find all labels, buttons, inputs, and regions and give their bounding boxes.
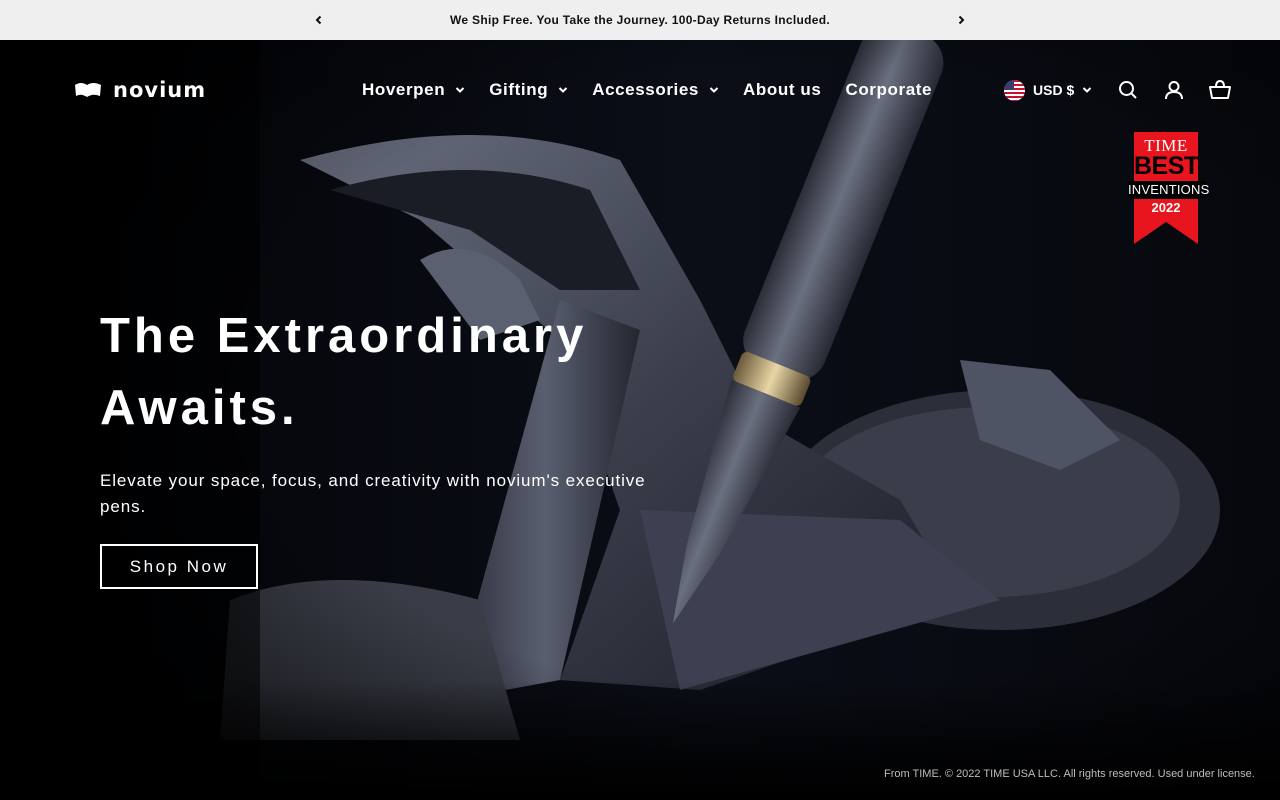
header-tools: USD $ (1004, 78, 1232, 102)
us-flag-icon (1004, 79, 1025, 101)
nav-label: Corporate (845, 80, 933, 99)
hero-subtext: Elevate your space, focus, and creativit… (100, 471, 646, 516)
announcement-prev-button[interactable] (311, 12, 327, 28)
nav-label: Accessories (592, 80, 699, 99)
badge-line4: 2022 (1151, 200, 1181, 215)
nav-item-hoverpen[interactable]: Hoverpen (362, 80, 465, 100)
chevron-right-icon (958, 15, 965, 25)
shop-now-button[interactable]: Shop Now (100, 544, 258, 589)
chevron-down-icon (456, 87, 465, 93)
search-button[interactable] (1116, 78, 1140, 102)
announcement-next-button[interactable] (953, 12, 969, 28)
nav-item-gifting[interactable]: Gifting (489, 80, 568, 100)
novium-logo-icon (75, 83, 101, 97)
account-icon (1165, 81, 1184, 100)
cart-button[interactable] (1208, 78, 1232, 102)
nav-label: Hoverpen (362, 80, 446, 99)
badge-line3: INVENTIONS (1128, 181, 1210, 199)
nav-label: About us (742, 80, 822, 99)
currency-selector[interactable]: USD $ (1004, 79, 1092, 101)
search-icon (1119, 81, 1137, 99)
currency-label: USD $ (1033, 82, 1075, 98)
logo-text: novium (113, 78, 207, 102)
chevron-down-icon (709, 87, 719, 93)
chevron-left-icon (315, 15, 322, 25)
nav-item-accessories[interactable]: Accessories (592, 80, 719, 100)
account-button[interactable] (1162, 78, 1186, 102)
time-best-inventions-badge: TIME BEST INVENTIONS 2022 (1128, 132, 1210, 246)
chevron-down-icon (1083, 87, 1092, 93)
nav-item-about-us[interactable]: About us (743, 80, 821, 100)
site-header: novium Hoverpen Gifting Accessories Abou… (0, 40, 1280, 140)
hero-headline-line1: The Extraordinary (100, 309, 588, 363)
announcement-bar: We Ship Free. You Take the Journey. 100-… (0, 0, 1280, 40)
announcement-text: We Ship Free. You Take the Journey. 100-… (450, 13, 830, 27)
hero-headline-line2: Awaits. (100, 381, 299, 435)
nav-item-corporate[interactable]: Corporate (845, 80, 932, 100)
logo[interactable]: novium (73, 78, 206, 102)
main-nav: Hoverpen Gifting Accessories About us Co… (362, 78, 932, 102)
nav-label: Gifting (489, 80, 549, 99)
badge-line2: BEST (1134, 152, 1199, 180)
hero-headline: The Extraordinary Awaits. (100, 300, 720, 444)
cart-icon (1209, 80, 1232, 99)
chevron-down-icon (558, 87, 568, 93)
image-credit: From TIME. © 2022 TIME USA LLC. All righ… (884, 768, 1255, 780)
